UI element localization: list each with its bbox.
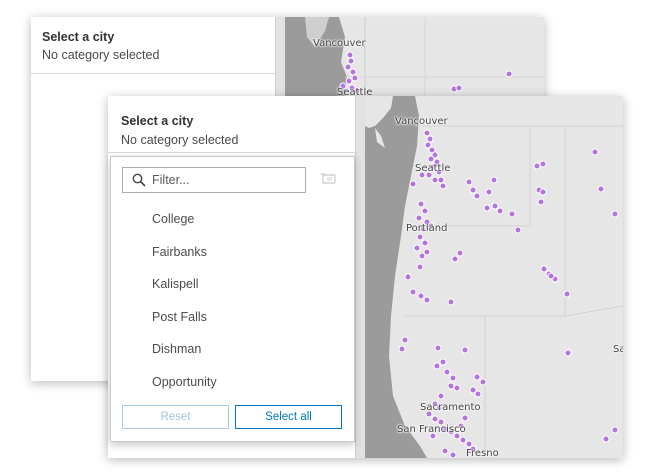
panel-title: Select a city <box>121 114 194 128</box>
category-list: College Fairbanks Kalispell Post Falls D… <box>111 204 354 400</box>
map-label-seattle: Seattle <box>415 163 451 174</box>
map[interactable]: Vancouver Seattle Portland Sacramento Sa… <box>365 96 623 458</box>
search-icon <box>132 173 146 187</box>
filter-input[interactable] <box>152 171 300 189</box>
panel-title: Select a city <box>42 30 115 44</box>
map-label-portland: Portland <box>406 223 448 234</box>
map-label-vancouver: Vancouver <box>395 116 448 127</box>
panel-subtitle: No category selected <box>121 133 239 147</box>
list-item[interactable]: Post Falls <box>111 302 354 335</box>
panel-subtitle: No category selected <box>42 48 160 62</box>
map-label-fresno: Fresno <box>466 448 499 458</box>
list-item[interactable]: Fairbanks <box>111 237 354 270</box>
map-label-san-francisco: San Francisco <box>397 424 466 435</box>
list-item[interactable]: Kalispell <box>111 269 354 302</box>
map-label-sacramento: Sacramento <box>420 402 481 413</box>
panel-header[interactable]: Select a city No category selected <box>31 17 275 74</box>
panel-header[interactable]: Select a city No category selected <box>108 96 355 153</box>
list-item[interactable]: Dishman <box>111 334 354 367</box>
clear-filter-icon[interactable] <box>320 172 336 186</box>
map-graphic <box>365 96 623 458</box>
list-item[interactable]: Opportunity <box>111 367 354 400</box>
map-label-sa: Sa <box>613 344 623 355</box>
select-all-button[interactable]: Select all <box>235 405 342 429</box>
reset-button[interactable]: Reset <box>122 405 229 429</box>
list-item[interactable]: College <box>111 204 354 237</box>
filter-field[interactable] <box>122 167 306 193</box>
category-dropdown: College Fairbanks Kalispell Post Falls D… <box>110 156 355 442</box>
map-label-vancouver: Vancouver <box>313 38 366 49</box>
